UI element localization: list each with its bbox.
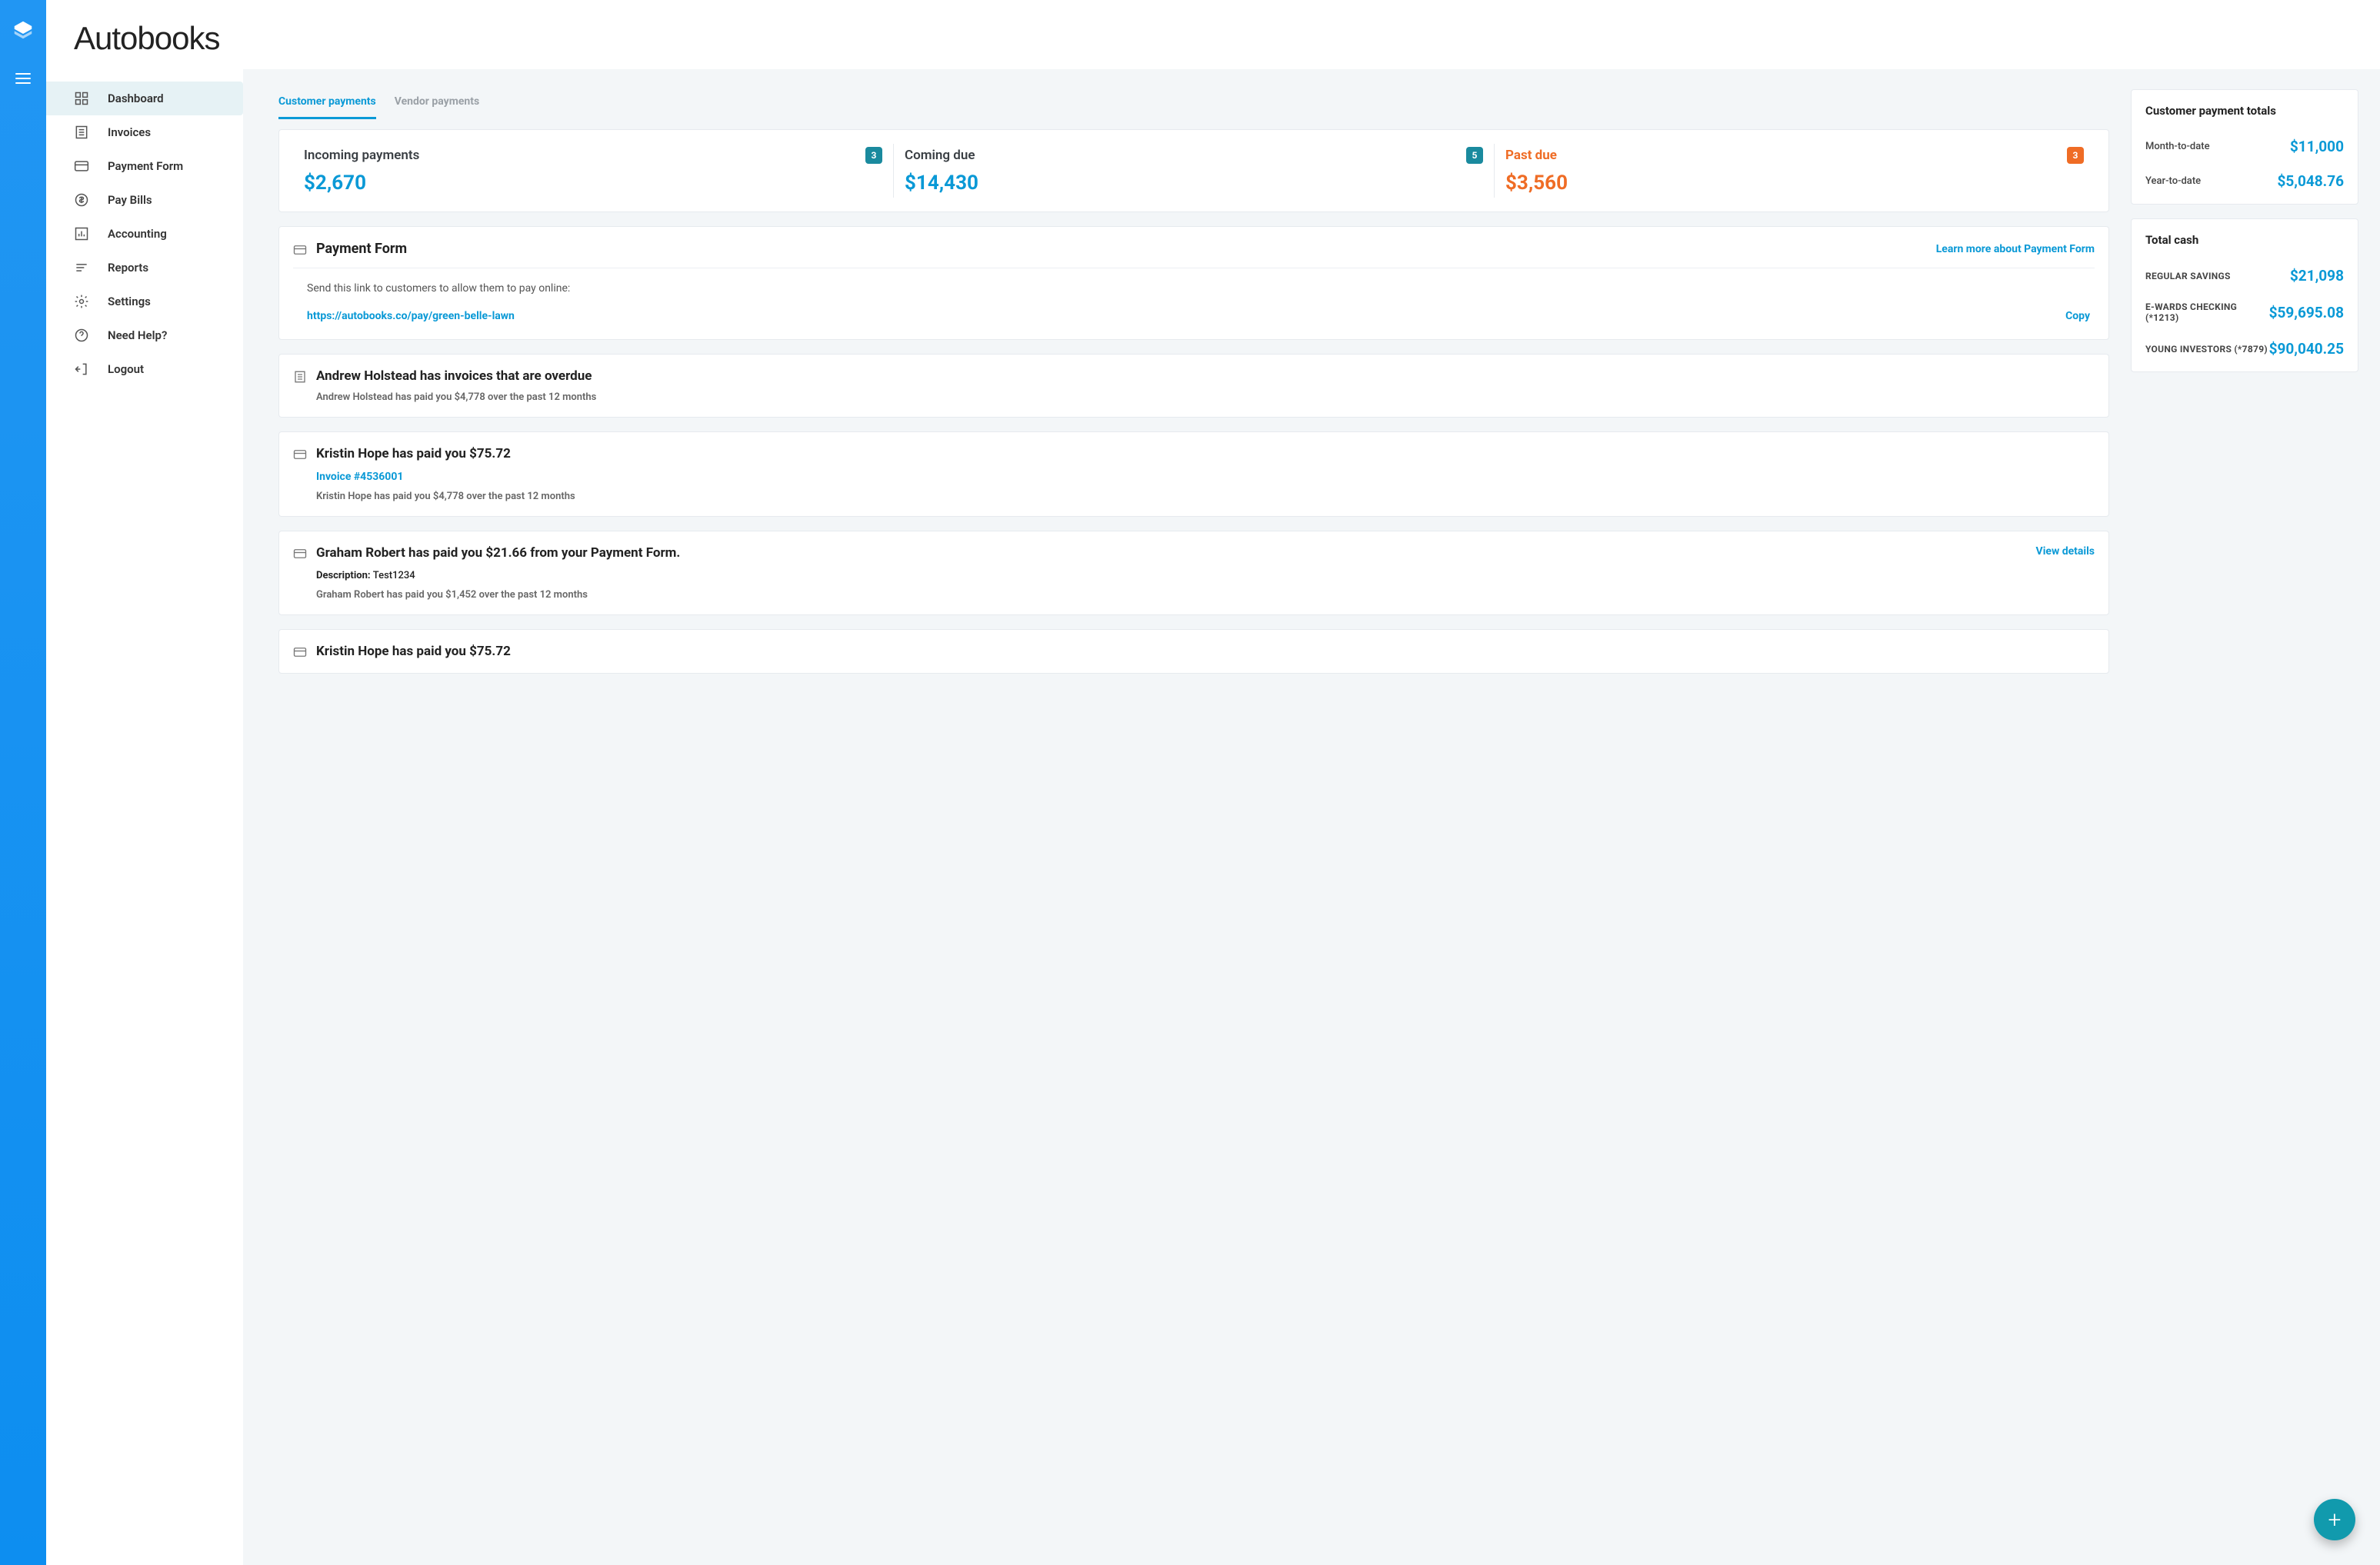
totals-mtd-label: Month-to-date [2145, 141, 2210, 152]
help-icon [74, 328, 89, 343]
cash-account-label: E-WARDS CHECKING (*1213) [2145, 301, 2269, 323]
nav-item-dashboard[interactable]: Dashboard [46, 82, 243, 115]
main-content: Customer payments Vendor payments Incomi… [243, 69, 2380, 1565]
add-fab-button[interactable]: + [2314, 1499, 2355, 1540]
cash-row-2: YOUNG INVESTORS (*7879) $90,040.25 [2145, 340, 2344, 358]
nav-item-accounting[interactable]: Accounting [46, 217, 243, 251]
sidebar: Autobooks Dashboard Invoices Payment For… [46, 0, 243, 1565]
nav-item-payment-form[interactable]: Payment Form [46, 149, 243, 183]
customer-totals-title: Customer payment totals [2145, 104, 2344, 118]
copy-link-button[interactable]: Copy [2065, 310, 2090, 322]
summary-coming-due-badge: 5 [1466, 147, 1483, 164]
nav-label: Reports [108, 261, 148, 275]
logout-icon [74, 361, 89, 377]
activity-title: Graham Robert has paid you $21.66 from y… [316, 545, 680, 561]
cash-account-value: $21,098 [2290, 267, 2344, 285]
dollar-circle-icon [74, 192, 89, 208]
card-icon [293, 448, 307, 461]
payment-form-url[interactable]: https://autobooks.co/pay/green-belle-law… [307, 310, 515, 322]
payment-form-learn-link[interactable]: Learn more about Payment Form [1936, 243, 2095, 255]
hamburger-menu-icon[interactable] [14, 69, 32, 91]
nav-label: Need Help? [108, 328, 167, 342]
cash-account-label: YOUNG INVESTORS (*7879) [2145, 344, 2268, 355]
nav-label: Invoices [108, 125, 151, 139]
nav-item-help[interactable]: Need Help? [46, 318, 243, 352]
totals-row-mtd: Month-to-date $11,000 [2145, 138, 2344, 155]
activity-card-payment-1[interactable]: Kristin Hope has paid you $75.72 Invoice… [278, 431, 2109, 517]
activity-card-payment-3[interactable]: Kristin Hope has paid you $75.72 [278, 629, 2109, 674]
brand-title: Autobooks [46, 20, 243, 82]
activity-description: Description: Test1234 [316, 570, 680, 581]
nav-item-invoices[interactable]: Invoices [46, 115, 243, 149]
summary-incoming-label: Incoming payments [304, 148, 419, 163]
app-rail [0, 0, 46, 1565]
summary-past-due-badge: 3 [2067, 147, 2084, 164]
tab-vendor-payments[interactable]: Vendor payments [395, 89, 479, 119]
summary-past-due[interactable]: Past due 3 $3,560 [1494, 144, 2095, 198]
summary-incoming-amount: $2,670 [304, 171, 882, 195]
activity-card-overdue[interactable]: Andrew Holstead has invoices that are ov… [278, 354, 2109, 418]
invoices-icon [74, 125, 89, 140]
card-icon [74, 158, 89, 174]
nav-item-pay-bills[interactable]: Pay Bills [46, 183, 243, 217]
nav-item-settings[interactable]: Settings [46, 285, 243, 318]
payment-form-title: Payment Form [316, 241, 407, 257]
activity-subtext: Kristin Hope has paid you $4,778 over th… [316, 491, 575, 502]
summary-past-due-label: Past due [1505, 148, 1557, 163]
reports-icon [74, 260, 89, 275]
activity-title: Andrew Holstead has invoices that are ov… [316, 368, 596, 384]
activity-desc-label: Description: [316, 570, 371, 581]
summary-coming-due[interactable]: Coming due 5 $14,430 [893, 144, 1494, 198]
activity-desc-value: Test1234 [373, 570, 415, 581]
nav-list: Dashboard Invoices Payment Form Pay Bill… [46, 82, 243, 386]
totals-row-ytd: Year-to-date $5,048.76 [2145, 172, 2344, 190]
summary-incoming[interactable]: Incoming payments 3 $2,670 [293, 144, 893, 198]
nav-label: Accounting [108, 227, 167, 241]
activity-title: Kristin Hope has paid you $75.72 [316, 446, 575, 461]
cash-account-value: $90,040.25 [2269, 340, 2344, 358]
summary-past-due-amount: $3,560 [1505, 171, 2084, 195]
card-icon [293, 547, 307, 561]
cash-row-0: REGULAR SAVINGS $21,098 [2145, 267, 2344, 285]
summary-card: Incoming payments 3 $2,670 Coming due 5 … [278, 129, 2109, 212]
totals-ytd-label: Year-to-date [2145, 175, 2201, 187]
totals-ytd-value: $5,048.76 [2278, 172, 2345, 190]
total-cash-title: Total cash [2145, 233, 2344, 247]
payment-form-card: Payment Form Learn more about Payment Fo… [278, 226, 2109, 340]
nav-item-reports[interactable]: Reports [46, 251, 243, 285]
payment-tabs: Customer payments Vendor payments [278, 89, 2109, 118]
card-icon [293, 243, 307, 257]
invoice-link[interactable]: Invoice #4536001 [316, 471, 403, 483]
activity-title: Kristin Hope has paid you $75.72 [316, 644, 511, 659]
nav-item-logout[interactable]: Logout [46, 352, 243, 386]
summary-coming-due-amount: $14,430 [905, 171, 1483, 195]
app-logo-icon [12, 18, 35, 42]
nav-label: Settings [108, 295, 151, 308]
nav-label: Dashboard [108, 92, 164, 105]
nav-label: Payment Form [108, 159, 183, 173]
customer-totals-card: Customer payment totals Month-to-date $1… [2131, 89, 2358, 205]
chart-icon [74, 226, 89, 241]
activity-card-payment-2[interactable]: Graham Robert has paid you $21.66 from y… [278, 531, 2109, 615]
payment-form-desc: Send this link to customers to allow the… [307, 282, 2090, 295]
nav-label: Logout [108, 362, 144, 376]
cash-row-1: E-WARDS CHECKING (*1213) $59,695.08 [2145, 301, 2344, 323]
dashboard-icon [74, 91, 89, 106]
list-icon [293, 370, 307, 384]
summary-coming-due-label: Coming due [905, 148, 975, 163]
activity-subtext: Graham Robert has paid you $1,452 over t… [316, 589, 680, 601]
nav-label: Pay Bills [108, 193, 152, 207]
activity-subtext: Andrew Holstead has paid you $4,778 over… [316, 391, 596, 403]
cash-account-value: $59,695.08 [2269, 304, 2344, 321]
total-cash-card: Total cash REGULAR SAVINGS $21,098 E-WAR… [2131, 218, 2358, 372]
card-icon [293, 645, 307, 659]
summary-incoming-badge: 3 [865, 147, 882, 164]
view-details-link[interactable]: View details [2036, 545, 2095, 558]
cash-account-label: REGULAR SAVINGS [2145, 271, 2231, 281]
tab-customer-payments[interactable]: Customer payments [278, 89, 376, 119]
gear-icon [74, 294, 89, 309]
totals-mtd-value: $11,000 [2290, 138, 2344, 155]
plus-icon: + [2328, 1507, 2342, 1533]
